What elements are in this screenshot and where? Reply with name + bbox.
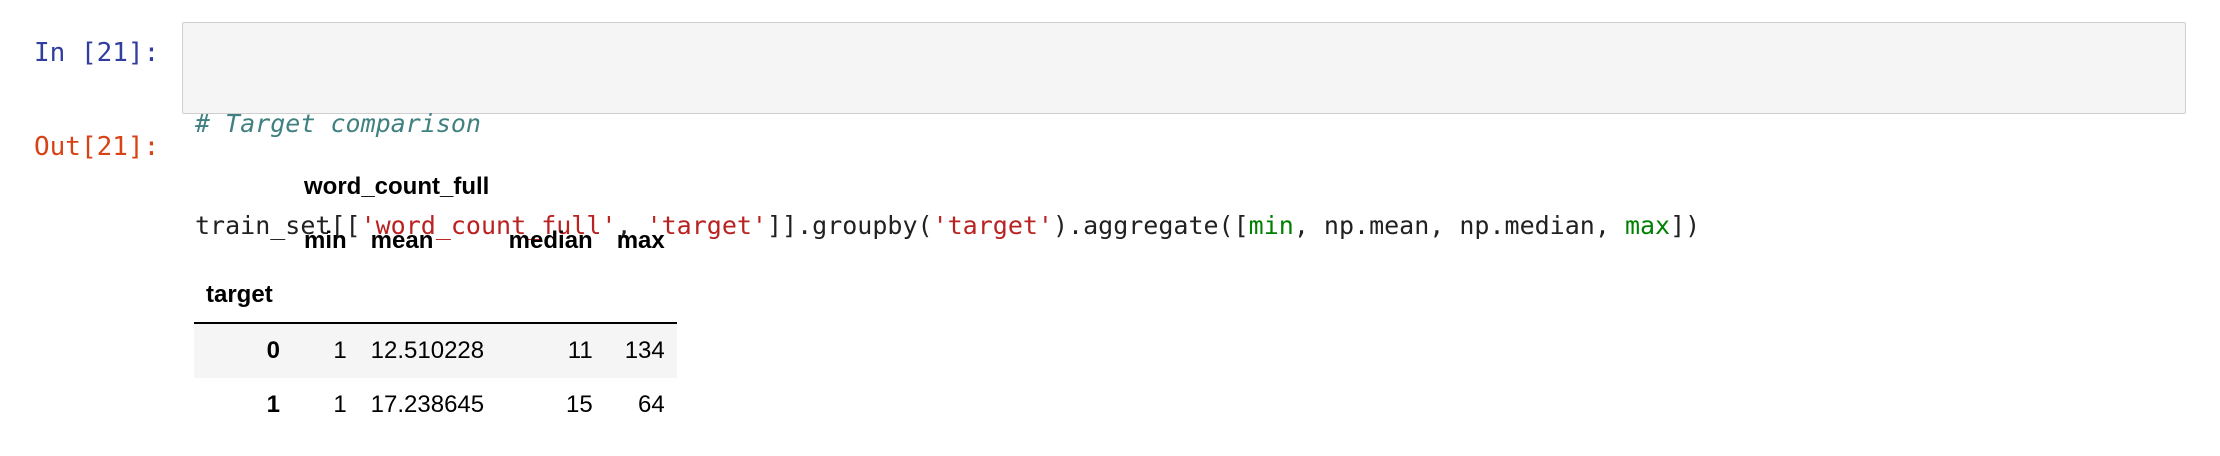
column-header-min: min xyxy=(304,227,347,254)
code-token: ).aggregate([ xyxy=(1052,211,1249,240)
column-group-row: word_count_full xyxy=(194,160,677,214)
index-name-header: target xyxy=(194,268,292,324)
blank-header-cell xyxy=(496,268,605,324)
blank-header-cell xyxy=(194,160,292,214)
column-header-mean: mean xyxy=(370,227,434,254)
cell-min: 1 xyxy=(292,378,359,432)
blank-header-cell xyxy=(292,268,359,324)
code-builtin: max xyxy=(1624,211,1671,240)
blank-header-cell xyxy=(194,214,292,268)
cell-max: 64 xyxy=(604,378,677,432)
index-name-row: target xyxy=(194,268,677,324)
column-header-max: max xyxy=(616,227,665,254)
column-header-row: min mean median max xyxy=(194,214,677,268)
row-index: 1 xyxy=(194,378,292,432)
column-header-median: median xyxy=(508,227,593,254)
code-token: ]) xyxy=(1670,211,1701,240)
column-group-header: word_count_full xyxy=(304,173,490,200)
blank-header-cell xyxy=(604,268,677,324)
cell-median: 11 xyxy=(496,323,605,378)
code-editor[interactable]: # Target comparison train_set[['word_cou… xyxy=(182,22,2186,240)
in-prompt: In [21]: xyxy=(34,38,160,68)
code-comment: # Target comparison xyxy=(195,109,481,138)
code-token: ]].groupby( xyxy=(766,211,933,240)
blank-header-cell xyxy=(358,268,497,324)
table-row: 1 1 17.238645 15 64 xyxy=(194,378,677,432)
dataframe-table: word_count_full min mean median max targ… xyxy=(194,160,677,432)
cell-mean: 12.510228 xyxy=(358,323,497,378)
output-area: word_count_full min mean median max targ… xyxy=(194,160,677,432)
cell-min: 1 xyxy=(292,323,359,378)
code-builtin: min xyxy=(1248,211,1294,240)
cell-median: 15 xyxy=(496,378,605,432)
code-string: 'target' xyxy=(932,211,1053,240)
row-index: 0 xyxy=(194,323,292,378)
out-prompt: Out[21]: xyxy=(34,132,160,162)
cell-max: 134 xyxy=(604,323,677,378)
table-row: 0 1 12.510228 11 134 xyxy=(194,323,677,378)
code-token: , np.mean, np.median, xyxy=(1293,211,1625,240)
code-line-1: # Target comparison xyxy=(195,107,2173,141)
cell-mean: 17.238645 xyxy=(358,378,497,432)
